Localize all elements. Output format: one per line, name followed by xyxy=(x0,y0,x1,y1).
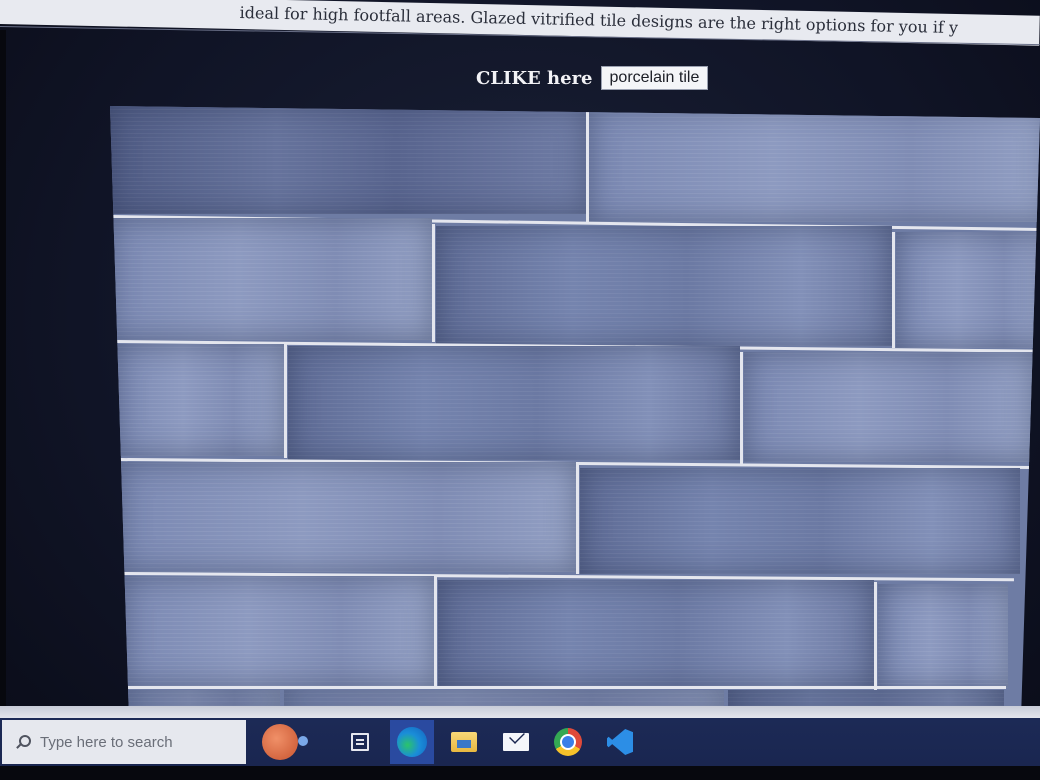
chrome-icon xyxy=(554,728,582,756)
edge-button[interactable] xyxy=(390,720,434,764)
grout-line xyxy=(586,106,589,224)
plank xyxy=(896,232,1040,348)
search-icon xyxy=(16,735,31,749)
grout-line xyxy=(576,462,579,574)
plank xyxy=(878,584,1008,688)
task-view-icon xyxy=(351,733,369,751)
chrome-button[interactable] xyxy=(546,720,590,764)
mail-button[interactable] xyxy=(494,720,538,764)
taskbar-search-box[interactable]: Type here to search xyxy=(2,720,246,764)
plank xyxy=(438,580,874,686)
task-view-button[interactable] xyxy=(338,720,382,764)
file-explorer-button[interactable] xyxy=(442,720,486,764)
plank xyxy=(120,462,576,572)
plank xyxy=(284,690,724,706)
plank xyxy=(436,226,892,346)
plank xyxy=(110,218,432,340)
plank xyxy=(744,352,1034,462)
taskbar: Type here to search xyxy=(0,718,1040,766)
plank xyxy=(589,106,1040,222)
grout-line xyxy=(740,352,743,464)
grout-line xyxy=(434,576,437,688)
monitor-bezel-left xyxy=(0,30,6,720)
grout-line xyxy=(432,224,435,342)
file-explorer-icon xyxy=(451,732,477,752)
plank xyxy=(116,344,284,456)
plank xyxy=(580,468,1020,574)
header-text-banner: ideal for high footfall areas. Glazed vi… xyxy=(0,0,1040,46)
grout-line xyxy=(874,582,877,690)
plank xyxy=(728,690,1004,706)
vscode-icon xyxy=(607,729,633,755)
cortana-icon[interactable] xyxy=(262,724,308,760)
plank xyxy=(110,106,586,214)
mail-icon xyxy=(503,733,529,751)
porcelain-tile-button[interactable]: porcelain tile xyxy=(600,66,709,90)
edge-icon xyxy=(397,727,427,757)
monitor-bezel-bottom xyxy=(0,766,1040,780)
grout-line xyxy=(892,232,895,348)
grout-line xyxy=(284,344,287,458)
clike-label: CLIKE here xyxy=(476,67,593,89)
plank xyxy=(288,346,740,460)
vscode-button[interactable] xyxy=(598,720,642,764)
grout-line xyxy=(126,686,1006,689)
plank xyxy=(128,690,280,706)
tile-floor-image xyxy=(110,106,1040,706)
plank xyxy=(124,576,434,686)
search-placeholder: Type here to search xyxy=(40,733,173,751)
screen: ideal for high footfall areas. Glazed vi… xyxy=(0,0,1040,780)
clike-row: CLIKE here porcelain tile xyxy=(476,66,709,90)
